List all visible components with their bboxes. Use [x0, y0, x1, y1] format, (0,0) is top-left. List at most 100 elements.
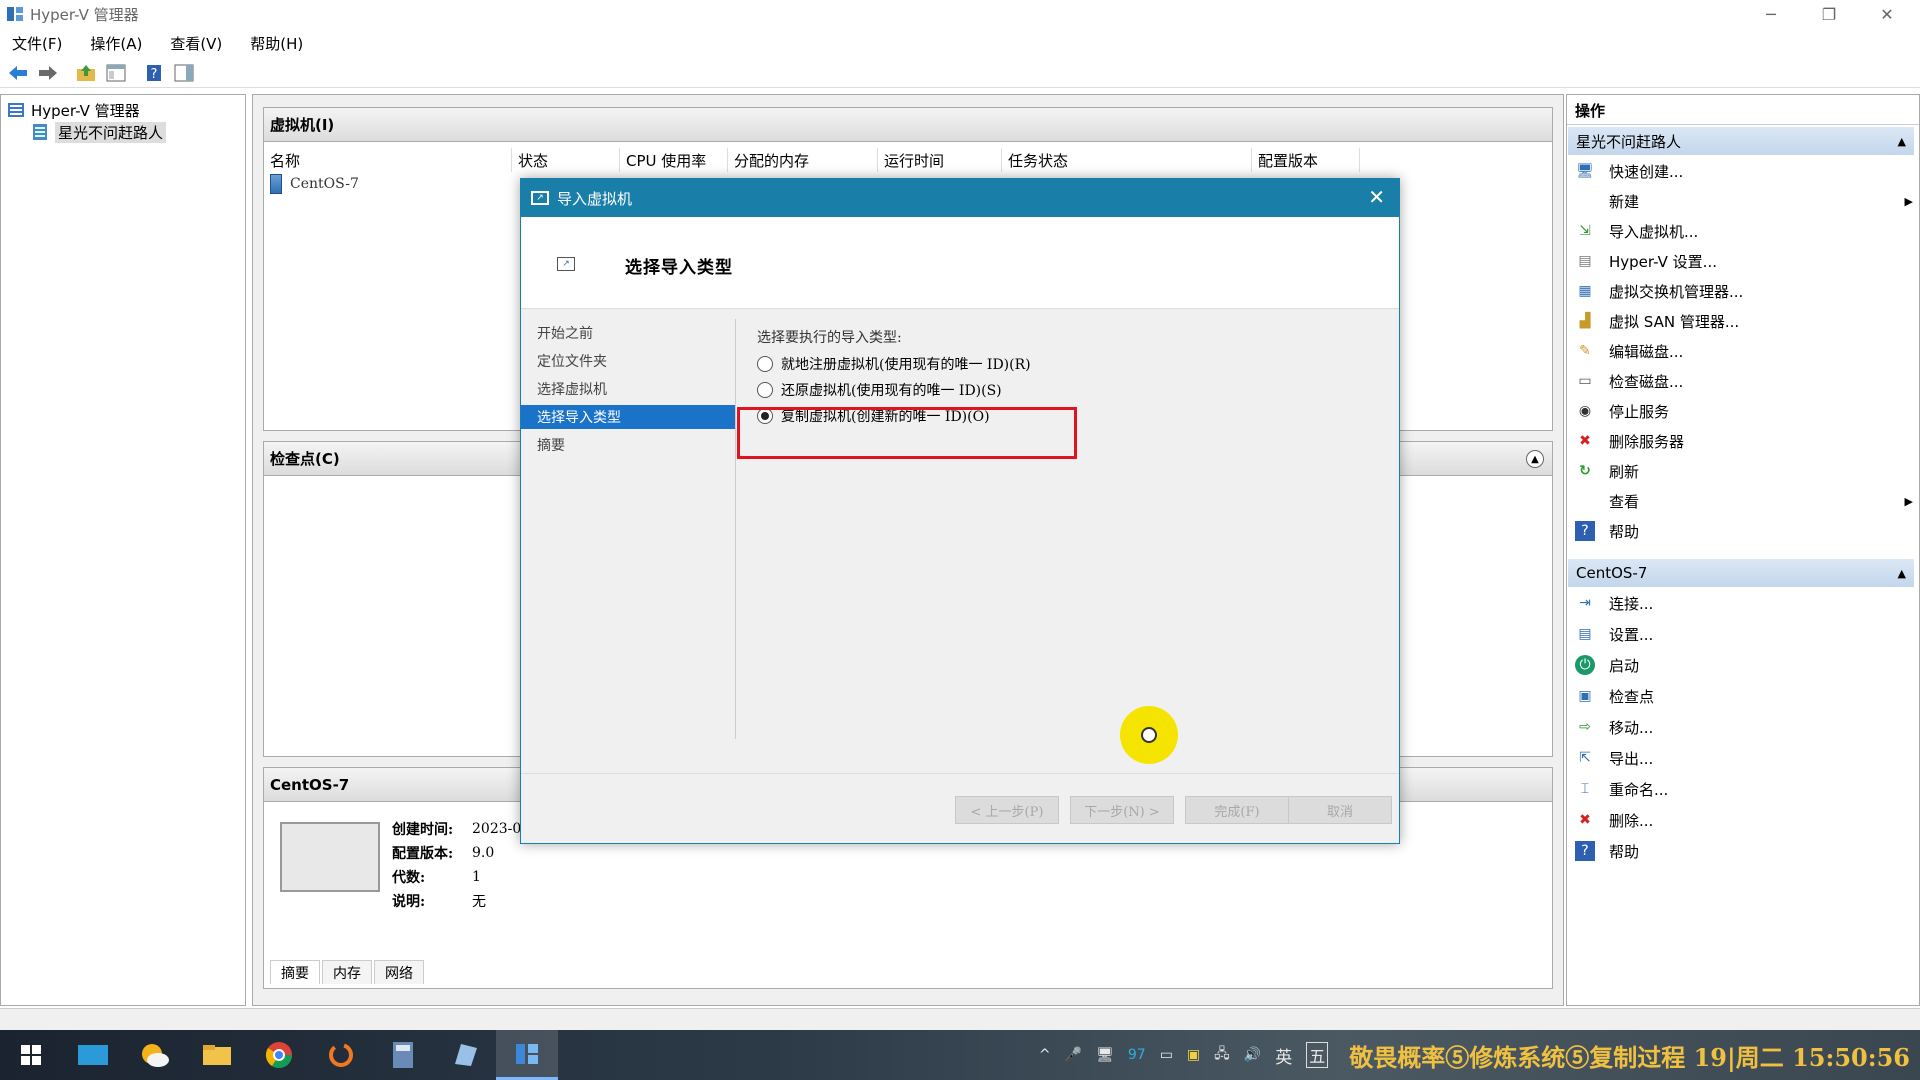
help-icon[interactable]: ? [140, 60, 168, 86]
collapse-triangle-icon: ▲ [1897, 566, 1906, 580]
security-icon[interactable]: ▣ [1187, 1047, 1200, 1063]
action-hyperv-settings[interactable]: ▤ Hyper-V 设置... [1575, 247, 1915, 275]
cancel-button[interactable]: 取消 [1288, 796, 1392, 824]
tray-overflow-icon[interactable]: ^ [1039, 1047, 1051, 1063]
action-remove-server[interactable]: ✖ 删除服务器 [1575, 427, 1915, 455]
file-explorer-icon[interactable] [186, 1030, 248, 1080]
option-register-in-place[interactable]: 就地注册虚拟机(使用现有的唯一 ID)(R) [757, 353, 1031, 375]
battery-icon[interactable]: ▭ [1160, 1047, 1173, 1063]
tree-server-node[interactable]: 星光不问赶路人 [31, 121, 167, 143]
tab-memory[interactable]: 内存 [322, 960, 372, 984]
calculator-icon[interactable] [372, 1030, 434, 1080]
network-icon[interactable]: 🖧 [1214, 1043, 1230, 1067]
next-button[interactable]: 下一步(N) > [1070, 796, 1174, 824]
menu-help[interactable]: 帮助(H) [243, 33, 310, 54]
action-vm-help[interactable]: ? 帮助 [1575, 837, 1915, 865]
taskbar-clock[interactable]: 敬畏概率⑤修炼系统⑤复制过程 19|周二 15:50:56 [1349, 1038, 1910, 1073]
step-import-type[interactable]: 选择导入类型 [521, 405, 735, 429]
step-locate-folder[interactable]: 定位文件夹 [521, 349, 735, 373]
sync-app-icon[interactable] [310, 1030, 372, 1080]
menu-action[interactable]: 操作(A) [83, 33, 149, 54]
prev-button[interactable]: < 上一步(P) [955, 796, 1059, 824]
help-book-icon: ? [1575, 841, 1595, 861]
actions-pane: 操作 星光不问赶路人 ▲ 🖥 快速创建... 新建 ▶ ⇲ 导入虚拟机... ▤ Hype… [1566, 94, 1920, 1006]
column-uptime[interactable]: 运行时间 [878, 148, 1002, 172]
restore-button[interactable]: ❐ [1800, 0, 1858, 28]
toolbar: ? [0, 58, 1920, 88]
forward-icon[interactable] [34, 60, 62, 86]
vm-thumbnail[interactable] [280, 822, 380, 892]
up-folder-icon[interactable] [72, 60, 100, 86]
detail-notes: 说明: 无 [392, 894, 486, 910]
radio-restore[interactable] [757, 382, 773, 398]
tree-root[interactable]: Hyper-V 管理器 [7, 99, 140, 121]
volume-icon[interactable]: 🔊 [1244, 1047, 1261, 1063]
action-connect[interactable]: ⇥ 连接... [1575, 589, 1915, 617]
column-memory[interactable]: 分配的内存 [728, 148, 878, 172]
tab-summary[interactable]: 摘要 [270, 960, 320, 984]
show-scope-icon[interactable] [102, 60, 130, 86]
action-start[interactable]: ⏻ 启动 [1575, 651, 1915, 679]
import-type-content: 选择要执行的导入类型: 就地注册虚拟机(使用现有的唯一 ID)(R) 还原虚拟机… [757, 327, 1031, 425]
vm-row[interactable]: CentOS-7 [270, 172, 359, 196]
vm-actions-header[interactable]: CentOS-7 ▲ [1568, 559, 1914, 587]
action-rename[interactable]: ⌶ 重命名... [1575, 775, 1915, 803]
column-task-status[interactable]: 任务状态 [1002, 148, 1252, 172]
action-stop-service[interactable]: ◉ 停止服务 [1575, 397, 1915, 425]
step-summary[interactable]: 摘要 [521, 433, 735, 457]
radio-register[interactable] [757, 356, 773, 372]
delete-x-icon: ✖ [1579, 433, 1591, 449]
column-state[interactable]: 状态 [512, 148, 620, 172]
action-new[interactable]: 新建 ▶ [1575, 187, 1915, 215]
desktop-app-icon[interactable] [62, 1030, 124, 1080]
mouse-cursor-highlight [1120, 706, 1178, 764]
action-import-vm[interactable]: ⇲ 导入虚拟机... [1575, 217, 1915, 245]
option-restore[interactable]: 还原虚拟机(使用现有的唯一 ID)(S) [757, 379, 1002, 401]
action-edit-disk[interactable]: ✎ 编辑磁盘... [1575, 337, 1915, 365]
chrome-icon[interactable] [248, 1030, 310, 1080]
column-name[interactable]: 名称 [264, 148, 512, 172]
column-config-version[interactable]: 配置版本 [1252, 148, 1360, 172]
help-book-icon: ? [1575, 521, 1595, 541]
action-quick-create[interactable]: 🖥 快速创建... [1575, 157, 1915, 185]
dialog-close-icon[interactable]: ✕ [1368, 185, 1385, 209]
detail-config-version: 配置版本: 9.0 [392, 845, 495, 862]
start-button[interactable] [0, 1030, 62, 1080]
weather-app-icon[interactable] [124, 1030, 186, 1080]
hyperv-taskbar-icon[interactable] [496, 1030, 558, 1080]
import-type-prompt: 选择要执行的导入类型: [757, 330, 902, 346]
collapse-up-icon[interactable]: ▲ [1526, 450, 1544, 468]
step-select-vm[interactable]: 选择虚拟机 [521, 377, 735, 401]
hyperv-app-icon [7, 7, 23, 21]
menu-view[interactable]: 查看(V) [163, 33, 229, 54]
menu-file[interactable]: 文件(F) [5, 33, 69, 54]
back-icon[interactable] [4, 60, 32, 86]
action-delete[interactable]: ✖ 删除... [1575, 806, 1915, 834]
close-button[interactable]: ✕ [1858, 0, 1916, 28]
show-action-pane-icon[interactable] [170, 60, 198, 86]
action-vswitch-manager[interactable]: ▦ 虚拟交换机管理器... [1575, 277, 1915, 305]
action-vsan-manager[interactable]: ▟ 虚拟 SAN 管理器... [1575, 307, 1915, 335]
column-cpu[interactable]: CPU 使用率 [620, 148, 728, 172]
finish-button[interactable]: 完成(F) [1185, 796, 1289, 824]
tab-network[interactable]: 网络 [374, 960, 424, 984]
server-actions-header[interactable]: 星光不问赶路人 ▲ [1568, 127, 1914, 155]
action-refresh[interactable]: ↻ 刷新 [1575, 457, 1915, 485]
action-move[interactable]: ⇨ 移动... [1575, 713, 1915, 741]
dialog-header: ↗ 选择导入类型 [521, 217, 1399, 309]
action-export[interactable]: ⇱ 导出... [1575, 744, 1915, 772]
notes-app-icon[interactable] [434, 1030, 496, 1080]
action-checkpoint[interactable]: ▣ 检查点 [1575, 682, 1915, 710]
ime-mode-indicator[interactable]: 五 [1306, 1042, 1329, 1068]
display-icon[interactable]: 🖥 [1096, 1047, 1114, 1063]
minimize-button[interactable]: ─ [1742, 0, 1800, 28]
action-help[interactable]: ? 帮助 [1575, 517, 1915, 545]
ime-language-indicator[interactable]: 英 [1275, 1043, 1292, 1068]
cpu-usage-badge[interactable]: 97 [1128, 1047, 1146, 1063]
microphone-icon[interactable]: 🎤 [1065, 1047, 1082, 1063]
action-view[interactable]: 查看 ▶ [1575, 487, 1915, 515]
status-bar [0, 1008, 1920, 1030]
step-before-you-begin[interactable]: 开始之前 [521, 321, 735, 345]
action-inspect-disk[interactable]: ▭ 检查磁盘... [1575, 367, 1915, 395]
action-settings[interactable]: ▤ 设置... [1575, 620, 1915, 648]
